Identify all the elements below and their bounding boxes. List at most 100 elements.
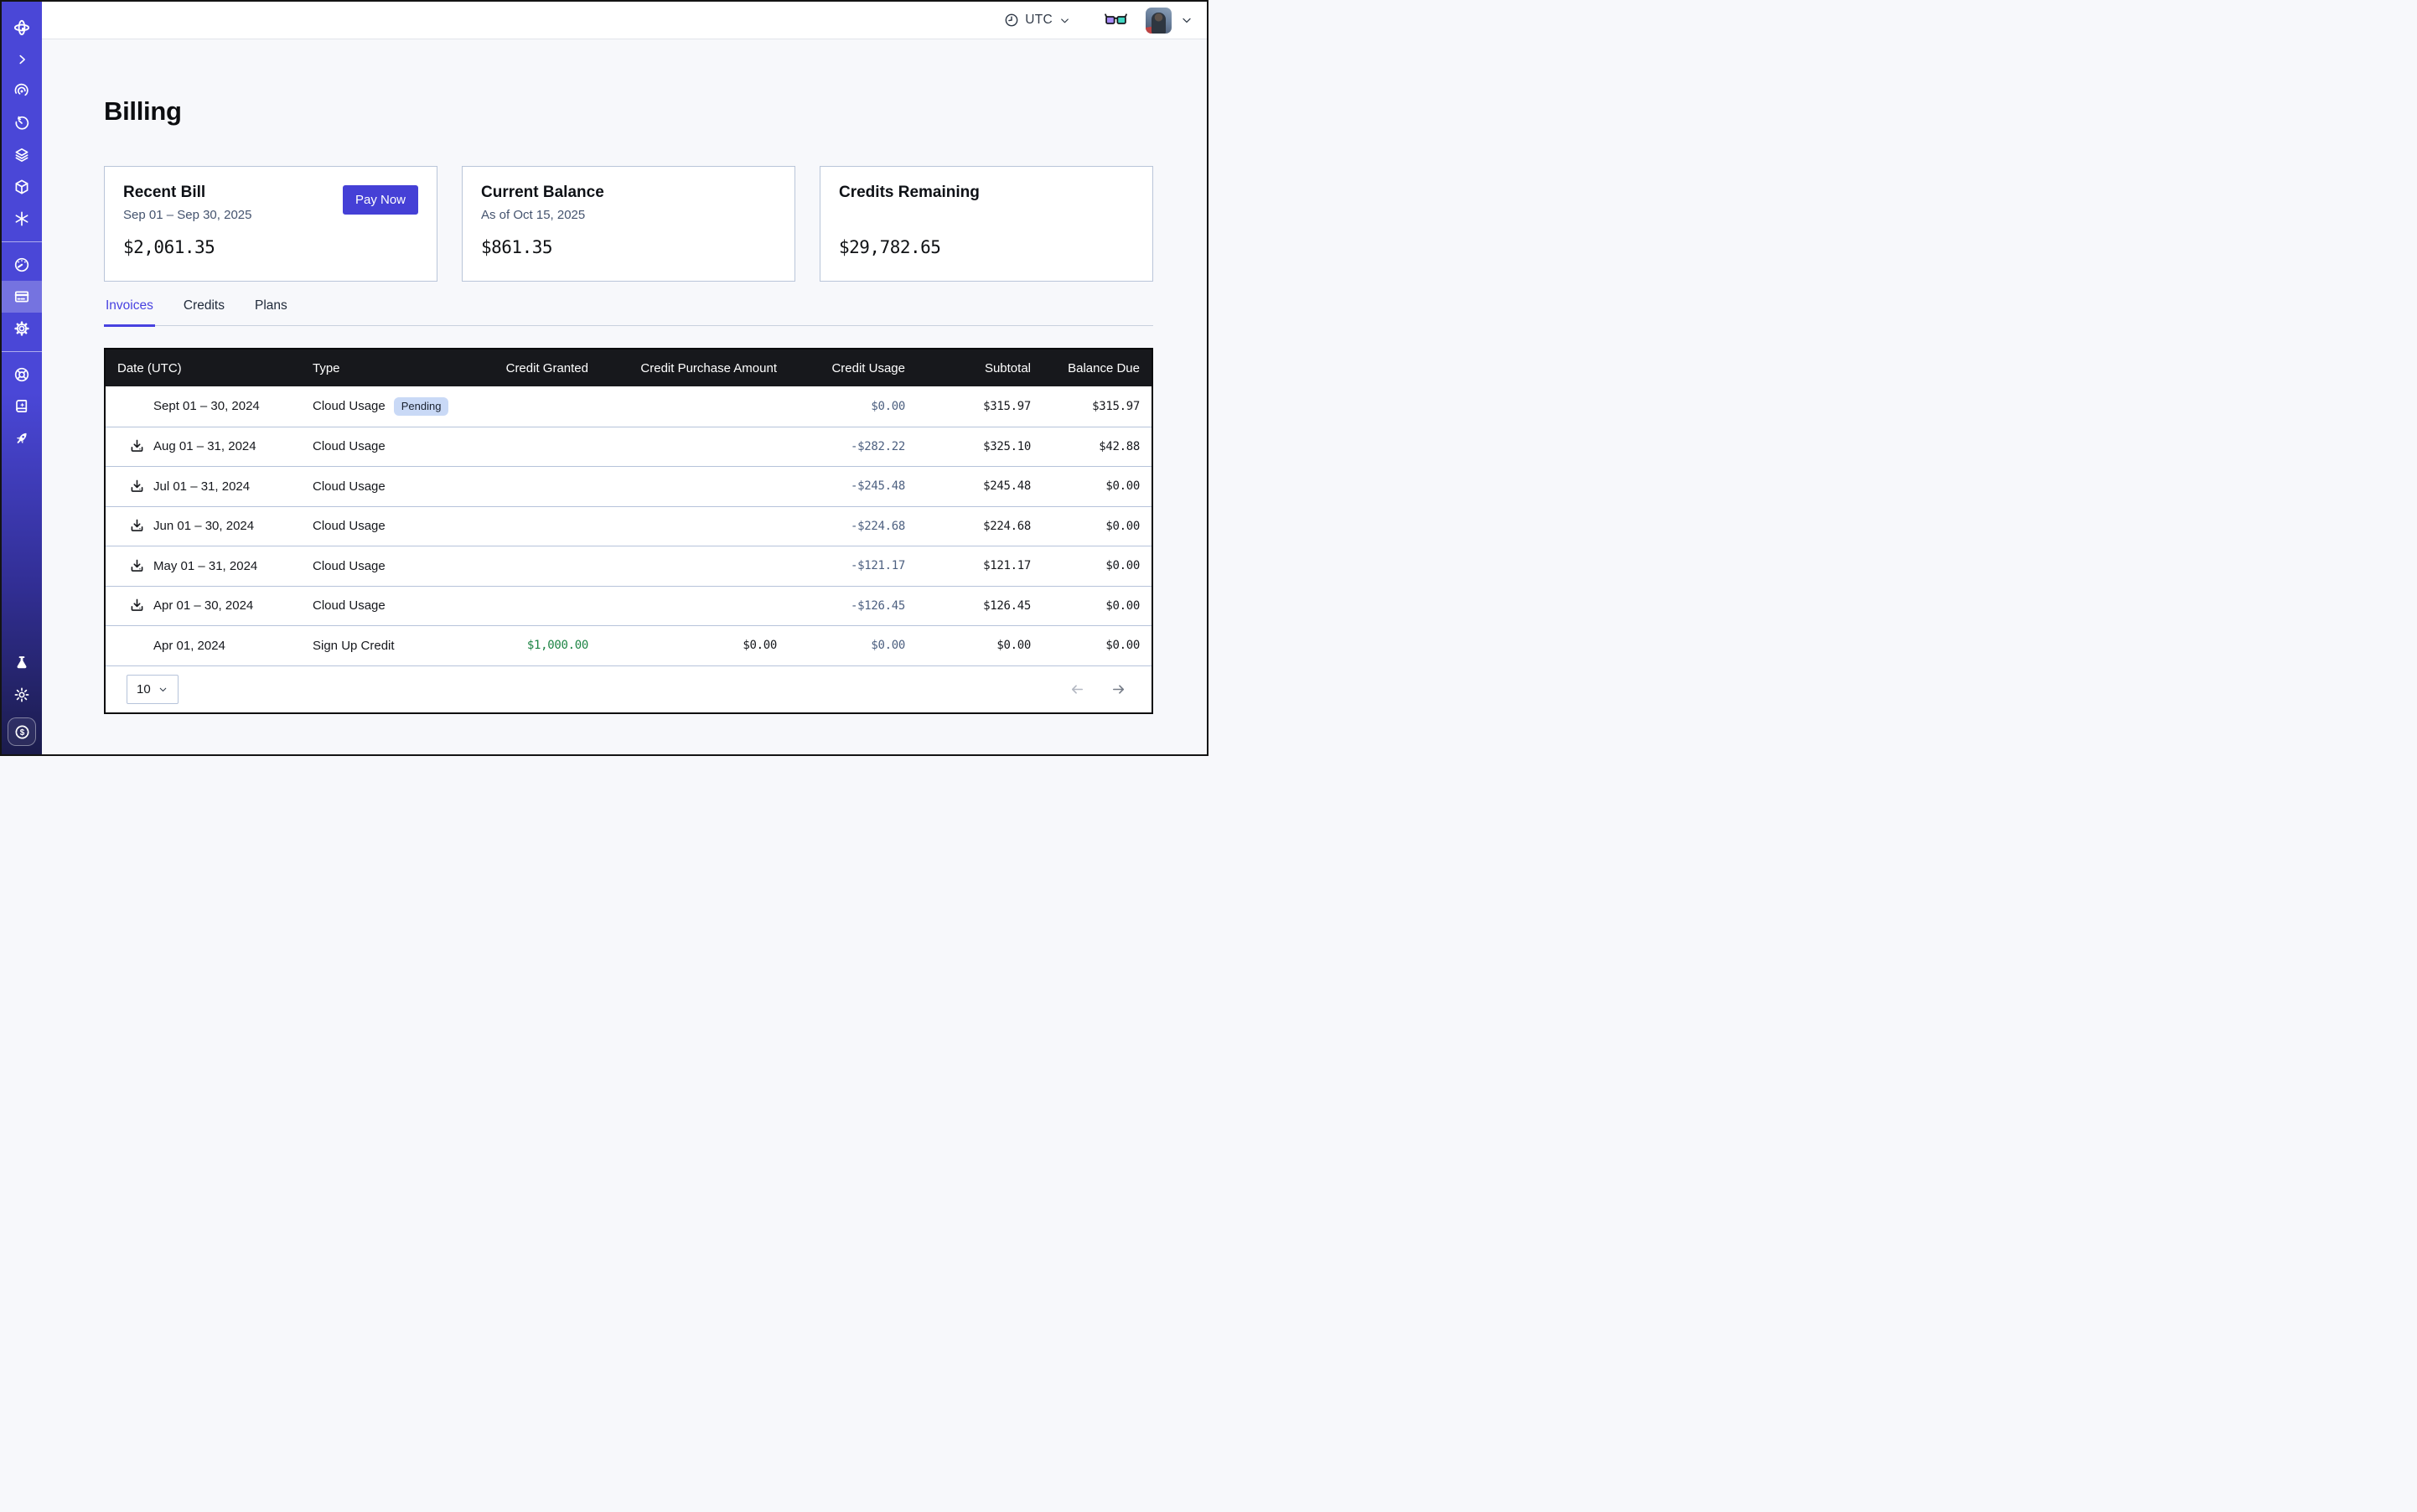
pagination-controls <box>1069 681 1126 697</box>
download-slot-empty <box>129 398 145 414</box>
sidebar-divider <box>2 351 42 352</box>
subtotal-value: $315.97 <box>905 400 1031 413</box>
invoice-row: Jul 01 – 31, 2024 Cloud Usage -$245.48$245… <box>106 466 1152 506</box>
asterisk-icon[interactable] <box>2 203 42 235</box>
chevron-down-icon <box>1058 14 1071 27</box>
credit-usage-value: -$224.68 <box>777 520 905 533</box>
current-balance-card: Current Balance As of Oct 15, 2025 $861.… <box>462 166 795 282</box>
invoice-row: Apr 01 – 30, 2024Cloud Usage-$126.45$126… <box>106 586 1152 626</box>
download-invoice-button[interactable] <box>129 438 145 454</box>
card-title: Credits Remaining <box>839 184 980 202</box>
docs-book-icon[interactable] <box>2 391 42 422</box>
tab-invoices[interactable]: Invoices <box>104 293 155 327</box>
invoice-type: Cloud Usage <box>313 479 386 494</box>
download-icon <box>129 518 145 534</box>
download-invoice-button[interactable] <box>129 479 145 495</box>
column-header-date: Date (UTC) <box>117 361 313 375</box>
invoice-type: Cloud Usage <box>313 598 386 613</box>
settings-gear-icon[interactable] <box>2 313 42 344</box>
credits-remaining-card: Credits Remaining $29,782.65 <box>820 166 1153 282</box>
invoices-table: Date (UTC) Type Credit Granted Credit Pu… <box>104 348 1153 714</box>
chevron-down-icon <box>158 684 168 695</box>
tab-credits[interactable]: Credits <box>182 293 226 327</box>
orbit-logo-icon[interactable] <box>2 12 42 44</box>
recent-bill-card: Recent Bill Sep 01 – Sep 30, 2025 Pay No… <box>104 166 437 282</box>
clock-icon <box>1004 13 1019 28</box>
billing-tabs: Invoices Credits Plans <box>104 292 1153 326</box>
credit-usage-value: $0.00 <box>777 639 905 652</box>
card-title: Current Balance <box>481 184 604 202</box>
column-header-credit-purchase: Credit Purchase Amount <box>588 361 777 375</box>
pay-now-button[interactable]: Pay Now <box>343 185 418 215</box>
balance-due-value: $315.97 <box>1031 400 1140 413</box>
timezone-selector[interactable]: UTC <box>1004 13 1071 28</box>
credit-usage-value: -$121.17 <box>777 559 905 572</box>
invoice-date: Jul 01 – 31, 2024 <box>153 479 250 494</box>
card-subtitle <box>839 208 980 223</box>
invoice-type: Cloud Usage <box>313 439 386 453</box>
3d-glasses-button[interactable] <box>1105 13 1127 28</box>
page-title: Billing <box>104 96 1153 127</box>
lifebuoy-support-icon[interactable] <box>2 359 42 391</box>
page-size-value: 10 <box>137 682 151 696</box>
page-size-select[interactable]: 10 <box>127 675 179 704</box>
arrow-right-icon <box>1110 681 1126 697</box>
balance-due-value: $0.00 <box>1031 639 1140 652</box>
sidebar-divider <box>2 241 42 242</box>
column-header-credit-granted: Credit Granted <box>492 361 588 375</box>
credits-dollar-badge-button[interactable]: $ <box>8 717 36 746</box>
invoice-row: Aug 01 – 31, 2024Cloud Usage-$282.22$325… <box>106 427 1152 467</box>
status-badge: Pending <box>394 397 449 416</box>
layers-icon[interactable] <box>2 139 42 171</box>
table-body: Sept 01 – 30, 2024 Cloud Usage Pending $0.0… <box>106 386 1152 665</box>
invoice-date: Sept 01 – 30, 2024 <box>153 399 260 413</box>
arrow-left-icon <box>1069 681 1085 697</box>
credit-purchase-value: $0.00 <box>588 639 777 652</box>
download-invoice-button[interactable] <box>129 518 145 534</box>
subtotal-value: $325.10 <box>905 440 1031 453</box>
table-header-row: Date (UTC) Type Credit Granted Credit Pu… <box>106 350 1152 386</box>
download-slot-empty <box>129 638 145 654</box>
chevron-down-icon <box>1180 13 1193 27</box>
column-header-type: Type <box>313 361 492 375</box>
timezone-label: UTC <box>1025 13 1053 28</box>
iris-icon[interactable] <box>2 75 42 107</box>
download-invoice-button[interactable] <box>129 598 145 614</box>
invoice-type: Cloud Usage <box>313 399 386 413</box>
dollar-badge-icon: $ <box>13 723 31 741</box>
history-timer-icon[interactable] <box>2 107 42 139</box>
balance-due-value: $0.00 <box>1031 479 1140 493</box>
download-invoice-button[interactable] <box>129 558 145 574</box>
subtotal-value: $0.00 <box>905 639 1031 652</box>
card-subtitle: Sep 01 – Sep 30, 2025 <box>123 208 251 223</box>
sidebar-spacer <box>2 454 42 647</box>
invoice-row: Jun 01 – 30, 2024Cloud Usage-$224.68$224… <box>106 506 1152 546</box>
svg-text:$: $ <box>19 728 24 738</box>
tab-plans[interactable]: Plans <box>253 293 289 327</box>
card-amount: $2,061.35 <box>123 237 418 257</box>
sun-theme-icon[interactable] <box>13 679 30 711</box>
subtotal-value: $224.68 <box>905 520 1031 533</box>
credit-usage-value: $0.00 <box>777 400 905 413</box>
collapse-chevron-icon[interactable] <box>2 44 42 75</box>
rocket-icon[interactable] <box>2 422 42 454</box>
account-menu-button[interactable] <box>1180 13 1193 27</box>
sidebar-bottom-group: $ <box>2 647 42 754</box>
table-footer: 10 <box>106 665 1152 712</box>
invoice-date: Apr 01 – 30, 2024 <box>153 598 253 613</box>
app-window: $ UTC <box>0 0 1208 756</box>
column-header-subtotal: Subtotal <box>905 361 1031 375</box>
gauge-icon[interactable] <box>2 249 42 281</box>
user-avatar[interactable] <box>1146 8 1172 34</box>
sidebar-item-billing[interactable] <box>2 281 42 313</box>
previous-page-button[interactable] <box>1069 681 1085 697</box>
flask-experiments-icon[interactable] <box>13 647 30 679</box>
subtotal-value: $245.48 <box>905 479 1031 493</box>
cube-icon[interactable] <box>2 171 42 203</box>
credit-usage-value: -$245.48 <box>777 479 905 493</box>
sidebar: $ <box>2 2 42 754</box>
credit-usage-value: -$282.22 <box>777 440 905 453</box>
credit-granted-value: $1,000.00 <box>492 639 588 652</box>
balance-due-value: $0.00 <box>1031 559 1140 572</box>
next-page-button[interactable] <box>1110 681 1126 697</box>
